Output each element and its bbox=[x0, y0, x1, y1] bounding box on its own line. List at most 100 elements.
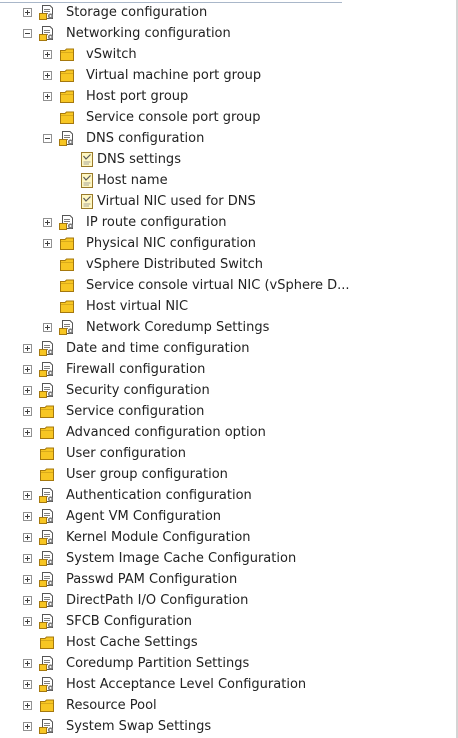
tree-node[interactable]: Physical NIC configuration bbox=[0, 233, 456, 254]
tree-node-label[interactable]: Service configuration bbox=[66, 403, 204, 420]
tree-node[interactable]: Network Coredump Settings bbox=[0, 317, 456, 338]
expand-toggle-icon[interactable] bbox=[23, 680, 32, 689]
tree-node[interactable]: Date and time configuration bbox=[0, 338, 456, 359]
tree-node[interactable]: Agent VM Configuration bbox=[0, 506, 456, 527]
tree-node[interactable]: Host port group bbox=[0, 86, 456, 107]
tree-node[interactable]: Authentication configuration bbox=[0, 485, 456, 506]
expand-toggle-icon[interactable] bbox=[23, 407, 32, 416]
tree-node-label[interactable]: Host name bbox=[97, 172, 168, 189]
tree-node-label[interactable]: DNS configuration bbox=[86, 130, 204, 147]
tree-node-label[interactable]: Host Cache Settings bbox=[66, 634, 198, 651]
config-folder-icon bbox=[39, 383, 55, 398]
tree-node-label[interactable]: Advanced configuration option bbox=[66, 424, 266, 441]
tree-node-label[interactable]: IP route configuration bbox=[86, 214, 227, 231]
config-folder-icon bbox=[39, 488, 55, 503]
tree-node-label[interactable]: Host Acceptance Level Configuration bbox=[66, 676, 306, 693]
tree-node-label[interactable]: Kernel Module Configuration bbox=[66, 529, 251, 546]
tree-node-label[interactable]: Passwd PAM Configuration bbox=[66, 571, 237, 588]
folder-icon bbox=[59, 236, 75, 251]
tree-node[interactable]: DirectPath I/O Configuration bbox=[0, 590, 456, 611]
tree-node[interactable]: Resource Pool bbox=[0, 695, 456, 716]
expand-toggle-icon[interactable] bbox=[23, 659, 32, 668]
profile-settings-tree[interactable]: Storage configuration Networking configur… bbox=[0, 2, 456, 737]
tree-node[interactable]: DNS configuration bbox=[0, 128, 456, 149]
expand-toggle-icon[interactable] bbox=[23, 8, 32, 17]
tree-node[interactable]: DNS settings bbox=[0, 149, 456, 170]
tree-node[interactable]: SFCB Configuration bbox=[0, 611, 456, 632]
tree-node[interactable]: Service console port group bbox=[0, 107, 456, 128]
expand-toggle-icon[interactable] bbox=[43, 218, 52, 227]
tree-node-label[interactable]: Physical NIC configuration bbox=[86, 235, 256, 252]
expand-toggle-icon[interactable] bbox=[23, 617, 32, 626]
config-folder-icon bbox=[39, 362, 55, 377]
tree-node-label[interactable]: Service console port group bbox=[86, 109, 261, 126]
tree-node[interactable]: System Swap Settings bbox=[0, 716, 456, 737]
tree-node[interactable]: Host name bbox=[0, 170, 456, 191]
tree-node[interactable]: Firewall configuration bbox=[0, 359, 456, 380]
tree-node-label[interactable]: Date and time configuration bbox=[66, 340, 250, 357]
tree-node-label[interactable]: User configuration bbox=[66, 445, 186, 462]
tree-node-label[interactable]: Networking configuration bbox=[66, 25, 231, 42]
tree-node[interactable]: User group configuration bbox=[0, 464, 456, 485]
tree-node[interactable]: Networking configuration bbox=[0, 23, 456, 44]
tree-node[interactable]: Advanced configuration option bbox=[0, 422, 456, 443]
expand-toggle-icon[interactable] bbox=[23, 491, 32, 500]
expand-toggle-icon[interactable] bbox=[43, 71, 52, 80]
tree-node[interactable]: System Image Cache Configuration bbox=[0, 548, 456, 569]
tree-node-label[interactable]: Network Coredump Settings bbox=[86, 319, 269, 336]
tree-node-label[interactable]: System Swap Settings bbox=[66, 718, 211, 735]
expand-toggle-icon[interactable] bbox=[23, 428, 32, 437]
tree-node-label[interactable]: DirectPath I/O Configuration bbox=[66, 592, 248, 609]
expand-toggle-icon[interactable] bbox=[23, 365, 32, 374]
tree-node-label[interactable]: Host port group bbox=[86, 88, 188, 105]
tree-node-label[interactable]: Host virtual NIC bbox=[86, 298, 188, 315]
tree-node-label[interactable]: Service console virtual NIC (vSphere D..… bbox=[86, 277, 350, 294]
tree-node-label[interactable]: vSphere Distributed Switch bbox=[86, 256, 263, 273]
tree-node[interactable]: Host Cache Settings bbox=[0, 632, 456, 653]
tree-node[interactable]: Kernel Module Configuration bbox=[0, 527, 456, 548]
tree-node[interactable]: Storage configuration bbox=[0, 2, 456, 23]
expand-toggle-icon[interactable] bbox=[23, 722, 32, 731]
tree-node-label[interactable]: User group configuration bbox=[66, 466, 228, 483]
tree-node-label[interactable]: Agent VM Configuration bbox=[66, 508, 221, 525]
tree-node-label[interactable]: Coredump Partition Settings bbox=[66, 655, 249, 672]
tree-node-label[interactable]: Firewall configuration bbox=[66, 361, 205, 378]
tree-node-label[interactable]: System Image Cache Configuration bbox=[66, 550, 296, 567]
expand-toggle-icon[interactable] bbox=[23, 554, 32, 563]
tree-node[interactable]: Service configuration bbox=[0, 401, 456, 422]
collapse-toggle-icon[interactable] bbox=[43, 134, 52, 143]
expand-toggle-icon[interactable] bbox=[23, 344, 32, 353]
tree-node-label[interactable]: Virtual machine port group bbox=[86, 67, 261, 84]
tree-node-label[interactable]: Security configuration bbox=[66, 382, 210, 399]
expand-toggle-icon[interactable] bbox=[23, 386, 32, 395]
expand-toggle-icon[interactable] bbox=[23, 533, 32, 542]
tree-node[interactable]: Security configuration bbox=[0, 380, 456, 401]
tree-node[interactable]: Virtual NIC used for DNS bbox=[0, 191, 456, 212]
tree-node[interactable]: IP route configuration bbox=[0, 212, 456, 233]
expand-toggle-icon[interactable] bbox=[23, 596, 32, 605]
tree-node[interactable]: vSwitch bbox=[0, 44, 456, 65]
expand-toggle-icon[interactable] bbox=[43, 92, 52, 101]
expand-toggle-icon[interactable] bbox=[43, 239, 52, 248]
expand-toggle-icon[interactable] bbox=[43, 323, 52, 332]
tree-node-label[interactable]: DNS settings bbox=[97, 151, 181, 168]
tree-node[interactable]: Passwd PAM Configuration bbox=[0, 569, 456, 590]
tree-node[interactable]: Service console virtual NIC (vSphere D..… bbox=[0, 275, 456, 296]
tree-node[interactable]: Host virtual NIC bbox=[0, 296, 456, 317]
tree-node-label[interactable]: Virtual NIC used for DNS bbox=[97, 193, 256, 210]
tree-node-label[interactable]: Authentication configuration bbox=[66, 487, 252, 504]
expand-toggle-icon[interactable] bbox=[23, 512, 32, 521]
tree-node[interactable]: User configuration bbox=[0, 443, 456, 464]
tree-node-label[interactable]: Resource Pool bbox=[66, 697, 157, 714]
tree-node[interactable]: Virtual machine port group bbox=[0, 65, 456, 86]
collapse-toggle-icon[interactable] bbox=[23, 29, 32, 38]
expand-toggle-icon[interactable] bbox=[23, 701, 32, 710]
expand-toggle-icon[interactable] bbox=[23, 575, 32, 584]
expand-toggle-icon[interactable] bbox=[43, 50, 52, 59]
tree-node-label[interactable]: SFCB Configuration bbox=[66, 613, 192, 630]
tree-node[interactable]: Coredump Partition Settings bbox=[0, 653, 456, 674]
tree-node[interactable]: vSphere Distributed Switch bbox=[0, 254, 456, 275]
tree-node-label[interactable]: vSwitch bbox=[86, 46, 137, 63]
tree-node[interactable]: Host Acceptance Level Configuration bbox=[0, 674, 456, 695]
tree-node-label[interactable]: Storage configuration bbox=[66, 4, 207, 21]
